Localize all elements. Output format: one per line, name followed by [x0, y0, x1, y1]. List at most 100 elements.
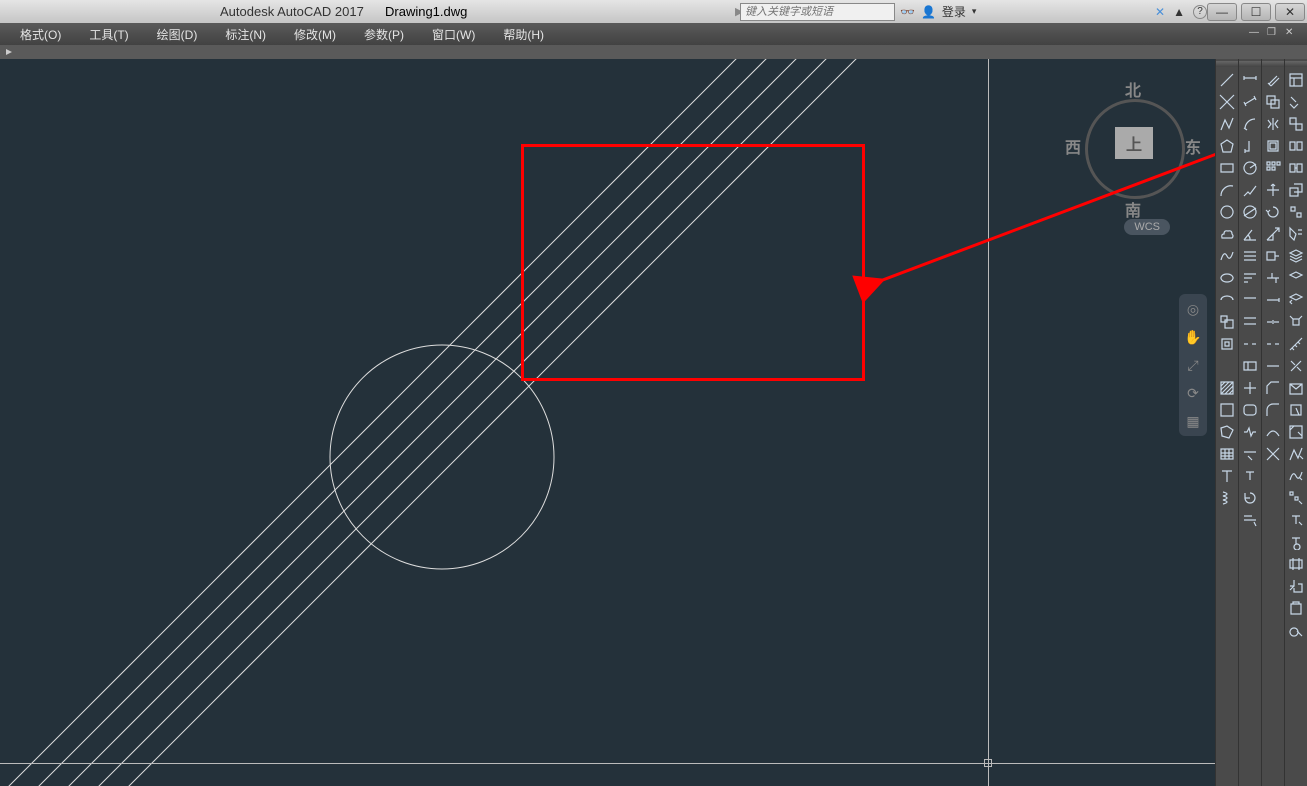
polyline-tool[interactable] — [1217, 114, 1237, 134]
erase-tool[interactable] — [1263, 70, 1283, 90]
jogged-dim-tool[interactable] — [1240, 180, 1260, 200]
panel-grip[interactable] — [1285, 61, 1307, 67]
break-tool[interactable] — [1263, 334, 1283, 354]
diameter-dim-tool[interactable] — [1240, 202, 1260, 222]
ellipse-arc-tool[interactable] — [1217, 290, 1237, 310]
wcs-badge[interactable]: WCS — [1124, 219, 1170, 235]
measure-tool[interactable] — [1286, 334, 1306, 354]
quick-dim-tool[interactable] — [1240, 246, 1260, 266]
rectangle-tool[interactable] — [1217, 158, 1237, 178]
pedit-tool[interactable] — [1286, 444, 1306, 464]
ribbon-expand-icon[interactable] — [4, 47, 14, 57]
fillet-tool[interactable] — [1263, 400, 1283, 420]
doc-minimize-button[interactable]: — — [1249, 27, 1263, 41]
drawing-canvas[interactable]: 上 北 南 东 西 WCS ◎ ✋ ⤢ ⟳ ▦ — [0, 59, 1215, 786]
clip-tool[interactable] — [1286, 554, 1306, 574]
showmotion-icon[interactable]: ▦ — [1184, 412, 1202, 430]
arc-tool[interactable] — [1217, 180, 1237, 200]
select-similar-tool[interactable] — [1286, 202, 1306, 222]
isolate-tool[interactable] — [1286, 312, 1306, 332]
center-mark-tool[interactable] — [1240, 378, 1260, 398]
viewcube-west[interactable]: 西 — [1065, 134, 1081, 158]
attr-edit-tool[interactable] — [1286, 510, 1306, 530]
panel-grip[interactable] — [1239, 61, 1261, 67]
mirror-tool[interactable] — [1263, 114, 1283, 134]
make-block-tool[interactable] — [1217, 334, 1237, 354]
dim-space-tool[interactable] — [1240, 312, 1260, 332]
tolerance-tool[interactable] — [1240, 356, 1260, 376]
orbit-icon[interactable]: ⟳ — [1184, 384, 1202, 402]
exchange-icon[interactable]: ✕ — [1155, 5, 1165, 19]
zoom-extents-icon[interactable]: ⤢ — [1184, 356, 1202, 374]
arc-dim-tool[interactable] — [1240, 114, 1260, 134]
jog-line-tool[interactable] — [1240, 422, 1260, 442]
insert-tool2[interactable] — [1286, 576, 1306, 596]
steering-wheel-icon[interactable]: ◎ — [1184, 300, 1202, 318]
spline-edit-tool[interactable] — [1286, 466, 1306, 486]
helix-tool[interactable] — [1217, 488, 1237, 508]
menu-help[interactable]: 帮助(H) — [489, 24, 558, 45]
extend-tool[interactable] — [1263, 290, 1283, 310]
maximize-button[interactable]: ☐ — [1241, 3, 1271, 21]
quick-select-tool[interactable] — [1286, 224, 1306, 244]
match-props-tool[interactable] — [1286, 92, 1306, 112]
ungroup-tool[interactable] — [1286, 158, 1306, 178]
point-tool[interactable] — [1217, 356, 1237, 376]
hatch-edit-tool[interactable] — [1286, 422, 1306, 442]
scale-tool[interactable] — [1263, 224, 1283, 244]
angular-dim-tool[interactable] — [1240, 224, 1260, 244]
panel-grip[interactable] — [1262, 61, 1284, 67]
trim-tool[interactable] — [1263, 268, 1283, 288]
text-tool[interactable] — [1217, 466, 1237, 486]
dim-edit-tool[interactable] — [1240, 444, 1260, 464]
dim-text-edit-tool[interactable] — [1240, 466, 1260, 486]
viewcube-top-face[interactable]: 上 — [1115, 127, 1153, 159]
panel-grip[interactable] — [1216, 61, 1238, 67]
table-tool[interactable] — [1217, 444, 1237, 464]
viewcube-north[interactable]: 北 — [1125, 77, 1141, 101]
menu-tools[interactable]: 工具(T) — [75, 24, 142, 45]
ordinate-dim-tool[interactable] — [1240, 136, 1260, 156]
viewcube[interactable]: 上 北 南 东 西 — [1075, 79, 1195, 199]
stretch-tool[interactable] — [1263, 246, 1283, 266]
layer-iso-tool[interactable] — [1286, 268, 1306, 288]
change-space-tool[interactable] — [1286, 114, 1306, 134]
blend-tool[interactable] — [1263, 422, 1283, 442]
layer-prev-tool[interactable] — [1286, 290, 1306, 310]
explode-tool[interactable] — [1263, 444, 1283, 464]
viewcube-east[interactable]: 东 — [1185, 134, 1201, 158]
inspection-tool[interactable] — [1240, 400, 1260, 420]
viewcube-south[interactable]: 南 — [1125, 197, 1141, 221]
minimize-button[interactable]: — — [1207, 3, 1237, 21]
login-link[interactable]: 登录 — [942, 3, 966, 20]
gradient-tool[interactable] — [1217, 400, 1237, 420]
search-input[interactable] — [740, 3, 895, 21]
paste-tool[interactable] — [1286, 598, 1306, 618]
insert-block-tool[interactable] — [1217, 312, 1237, 332]
menu-dimension[interactable]: 标注(N) — [211, 24, 280, 45]
sync-attr-tool[interactable] — [1286, 532, 1306, 552]
menu-draw[interactable]: 绘图(D) — [143, 24, 212, 45]
menu-format[interactable]: 格式(O) — [6, 24, 75, 45]
offset-tool[interactable] — [1263, 136, 1283, 156]
dim-style-tool[interactable] — [1240, 510, 1260, 530]
user-icon[interactable]: 👤 — [921, 5, 936, 19]
rotate-tool[interactable] — [1263, 202, 1283, 222]
array-edit-tool[interactable] — [1286, 488, 1306, 508]
array-tool[interactable] — [1263, 158, 1283, 178]
revision-cloud-tool[interactable] — [1217, 224, 1237, 244]
circle-tool[interactable] — [1217, 202, 1237, 222]
spline-tool[interactable] — [1217, 246, 1237, 266]
polygon-tool[interactable] — [1217, 136, 1237, 156]
find-tool[interactable] — [1286, 620, 1306, 640]
copy-tool[interactable] — [1263, 92, 1283, 112]
draw-order-tool[interactable] — [1286, 180, 1306, 200]
baseline-dim-tool[interactable] — [1240, 268, 1260, 288]
close-button[interactable]: ✕ — [1275, 3, 1305, 21]
properties-tool[interactable] — [1286, 70, 1306, 90]
dim-break-tool[interactable] — [1240, 334, 1260, 354]
ellipse-tool[interactable] — [1217, 268, 1237, 288]
continue-dim-tool[interactable] — [1240, 290, 1260, 310]
layers-tool[interactable] — [1286, 246, 1306, 266]
join-tool[interactable] — [1263, 356, 1283, 376]
